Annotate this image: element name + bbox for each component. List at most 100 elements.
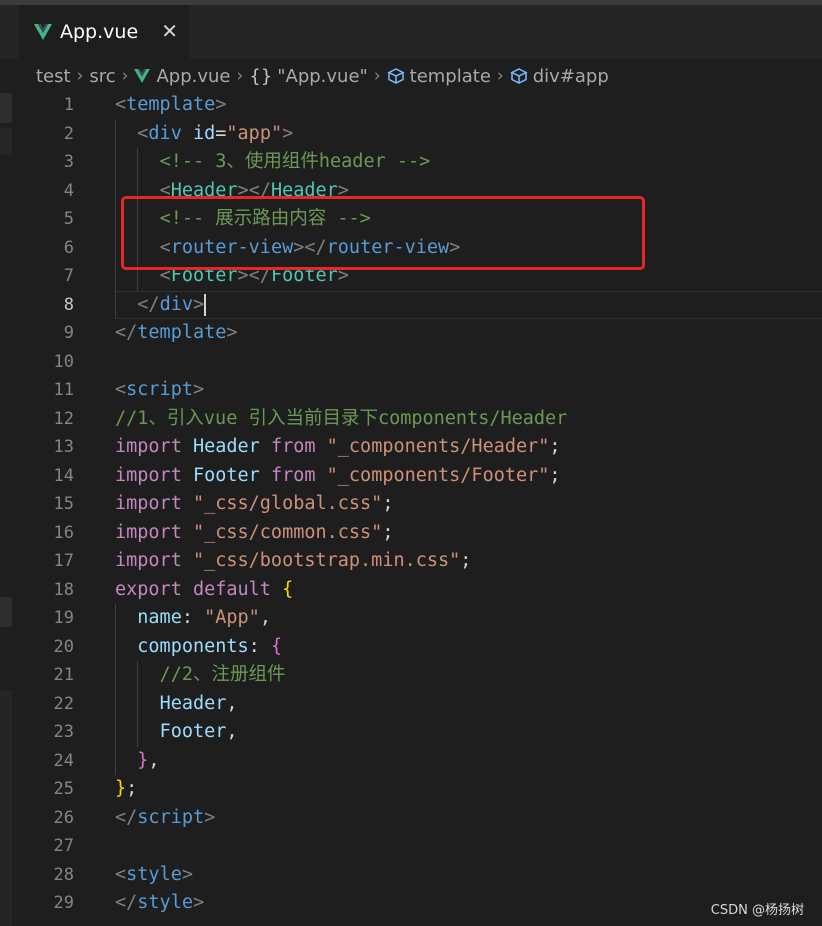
breadcrumb-item-component[interactable]: {} "App.vue": [249, 66, 368, 87]
cube-icon: [510, 68, 528, 84]
code-token: "_css/bootstrap.min.css": [192, 550, 461, 571]
line-number: 22: [53, 693, 74, 714]
code-line: <script>: [115, 376, 567, 405]
tab-bar: App.vue ✕: [0, 5, 822, 59]
line-number: 27: [53, 836, 74, 856]
line-number: 12: [53, 408, 74, 429]
code-line: </div>: [115, 290, 567, 319]
code-line: import "_css/global.css";: [115, 490, 567, 519]
line-number: 24: [53, 750, 74, 771]
breadcrumb-item-file[interactable]: App.vue: [134, 66, 231, 87]
code-token: >: [192, 293, 205, 315]
line-number: 7: [63, 266, 74, 286]
line-number: 21: [53, 665, 74, 685]
indent-guide: [137, 148, 139, 177]
breadcrumb-item-test[interactable]: test: [36, 66, 71, 87]
code-token: import: [115, 464, 182, 486]
line-number: 15: [53, 494, 74, 514]
line-number: 26: [53, 807, 74, 828]
line-number: 25: [53, 779, 74, 799]
code-token: <: [137, 122, 149, 144]
code-token: >: [204, 806, 216, 828]
code-token: div: [148, 122, 182, 144]
line-number: 20: [53, 636, 74, 657]
indent-guide: [137, 718, 139, 747]
panel-edge: [0, 93, 12, 123]
panel-edge: [0, 597, 12, 627]
code-token: :: [248, 635, 271, 657]
line-number: 18: [53, 579, 74, 600]
code-token: Footer: [159, 721, 227, 742]
code-token: ,: [226, 692, 238, 714]
code-token: }: [137, 749, 149, 771]
breadcrumb: test › src › App.vue › {} "App.vue" › te…: [0, 59, 822, 93]
tab-title: App.vue: [60, 21, 139, 43]
indent-guide: [115, 176, 116, 205]
text-cursor: [204, 293, 207, 316]
chevron-right-icon: ›: [373, 66, 381, 86]
line-number: 28: [53, 864, 74, 885]
line-number: 14: [53, 465, 74, 486]
breadcrumb-div-label: div#app: [532, 65, 609, 87]
breadcrumb-item-div[interactable]: div#app: [510, 66, 609, 87]
code-token: "_css/global.css": [192, 493, 383, 514]
indent-guide: [115, 689, 116, 718]
line-number: 6: [63, 237, 74, 258]
code-token: ;: [382, 493, 394, 514]
braces-icon: {}: [249, 65, 273, 87]
code-line: Header,: [115, 689, 567, 718]
code-line: </style>: [115, 889, 567, 918]
code-token: //1、引入vue 引入当前目录下components/Header: [115, 407, 568, 429]
code-token: >: [192, 892, 205, 913]
panel-edge: [0, 128, 12, 155]
code-token: //2、注册组件: [159, 664, 286, 685]
code-token: id: [192, 122, 216, 144]
indent-guide: [137, 661, 139, 690]
code-line: <div id="app">: [115, 119, 567, 148]
breadcrumb-component-label: "App.vue": [277, 65, 368, 87]
line-number-gutter: 1 2 3 4 5 6 7 8 9 10 11 12 13 14 15 16 17 18 19 20 21 22 23 24 2…: [12, 91, 82, 918]
code-token: <: [115, 863, 127, 885]
code-line: import Footer from "_components/Footer";: [115, 462, 567, 491]
code-line: export default {: [115, 576, 567, 605]
code-token: components: [137, 635, 249, 657]
code-token: Footer: [192, 464, 260, 486]
code-token: from: [270, 464, 316, 486]
code-token: default: [192, 578, 271, 600]
line-number: 13: [53, 437, 74, 457]
code-line: components: {: [115, 632, 567, 661]
line-number: 29: [53, 893, 74, 913]
line-number: 4: [63, 180, 74, 201]
code-token: Header: [192, 436, 260, 457]
code-token: ;: [549, 436, 561, 457]
code-token: "_components/Header": [326, 436, 550, 457]
tab-app-vue[interactable]: App.vue ✕: [18, 5, 190, 59]
indent-guide: [115, 746, 116, 775]
line-number: 23: [53, 722, 74, 742]
code-token: ;: [549, 464, 561, 486]
code-token: =: [215, 122, 227, 144]
close-icon[interactable]: ✕: [161, 19, 178, 43]
line-number: 19: [53, 608, 74, 628]
indent-guide: [115, 604, 116, 633]
line-number: 11: [53, 380, 74, 400]
breadcrumb-item-template[interactable]: template: [386, 66, 491, 87]
code-line: Footer,: [115, 718, 567, 747]
code-token: name: [137, 607, 182, 628]
code-token: div: [159, 293, 193, 315]
code-token: >: [215, 94, 227, 115]
breadcrumb-item-src[interactable]: src: [89, 66, 115, 87]
code-token: ,: [148, 749, 160, 771]
